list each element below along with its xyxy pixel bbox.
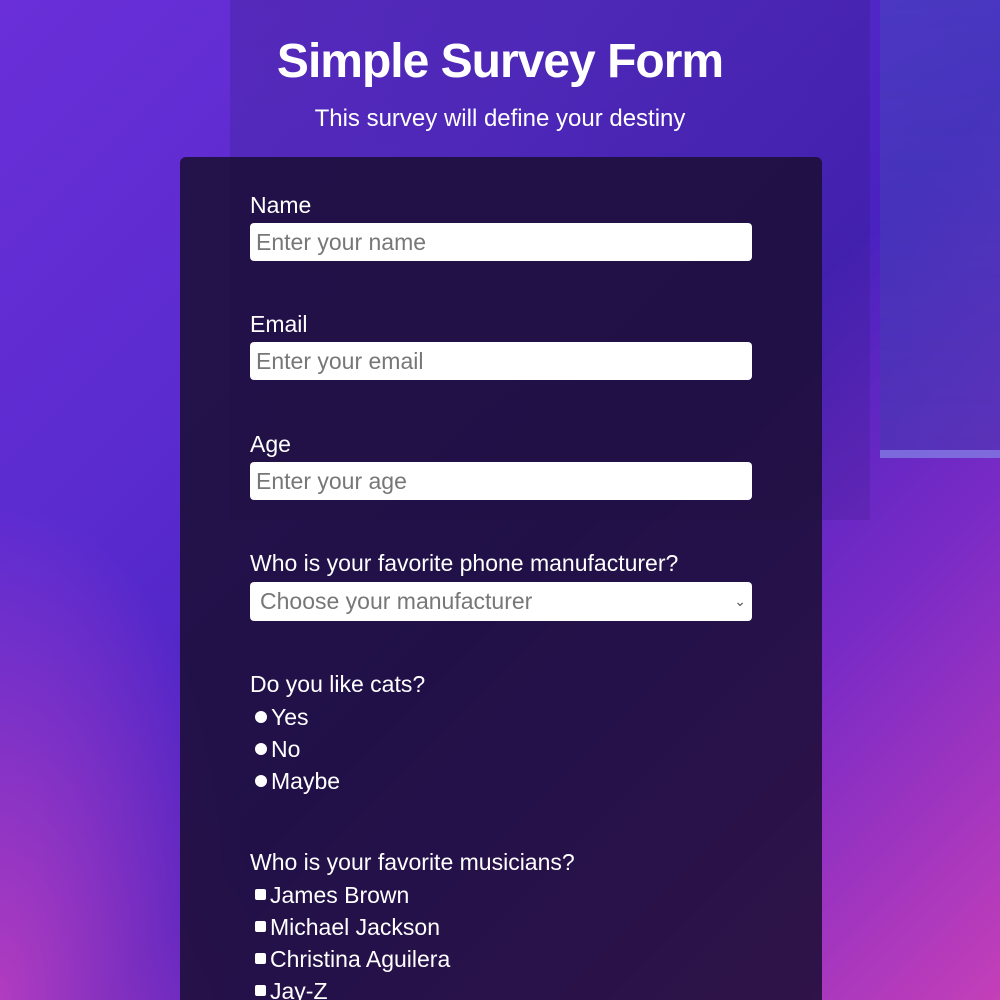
page-header: Simple Survey Form This survey will defi…	[0, 30, 1000, 134]
musician-option-label: Christina Aguilera	[270, 946, 451, 972]
name-label: Name	[250, 192, 312, 218]
radio-button-icon[interactable]	[255, 742, 267, 755]
musician-option-label: Michael Jackson	[270, 914, 441, 940]
musician-option-michael-jackson[interactable]: Michael Jackson	[255, 912, 440, 942]
cats-option-yes[interactable]: Yes	[255, 702, 309, 732]
checkbox-icon[interactable]	[255, 889, 266, 901]
musician-option-label: James Brown	[270, 882, 410, 908]
checkbox-icon[interactable]	[255, 921, 266, 933]
email-label: Email	[250, 311, 308, 337]
survey-form: Name Email Age Who is your favorite phon…	[180, 157, 822, 1000]
manufacturer-selected-value: Choose your manufacturer	[260, 588, 533, 614]
cats-option-no[interactable]: No	[255, 734, 300, 764]
page-subtitle: This survey will define your destiny	[314, 105, 686, 132]
manufacturer-label: Who is your favorite phone manufacturer?	[250, 550, 679, 576]
page-title: Simple Survey Form	[276, 35, 724, 88]
musician-option-jay-z[interactable]: Jay-Z	[255, 976, 328, 1000]
cats-option-label: Yes	[271, 704, 309, 730]
musician-option-label: Jay-Z	[270, 978, 328, 1000]
cats-option-maybe[interactable]: Maybe	[255, 766, 340, 796]
musicians-label: Who is your favorite musicians?	[250, 849, 575, 875]
age-input[interactable]	[250, 462, 752, 500]
musician-option-christina-aguilera[interactable]: Christina Aguilera	[255, 944, 450, 974]
cats-option-label: Maybe	[271, 768, 341, 794]
checkbox-icon[interactable]	[255, 985, 266, 997]
cats-option-label: No	[271, 736, 301, 762]
age-label: Age	[250, 431, 291, 457]
radio-button-icon[interactable]	[255, 774, 267, 787]
musician-option-james-brown[interactable]: James Brown	[255, 880, 409, 910]
name-input[interactable]	[250, 223, 752, 261]
checkbox-icon[interactable]	[255, 953, 266, 965]
manufacturer-select[interactable]: Choose your manufacturer ⌄	[250, 582, 752, 621]
chevron-down-icon: ⌄	[734, 593, 746, 609]
radio-button-icon[interactable]	[255, 710, 267, 723]
email-input[interactable]	[250, 342, 752, 380]
cats-label: Do you like cats?	[250, 671, 426, 697]
